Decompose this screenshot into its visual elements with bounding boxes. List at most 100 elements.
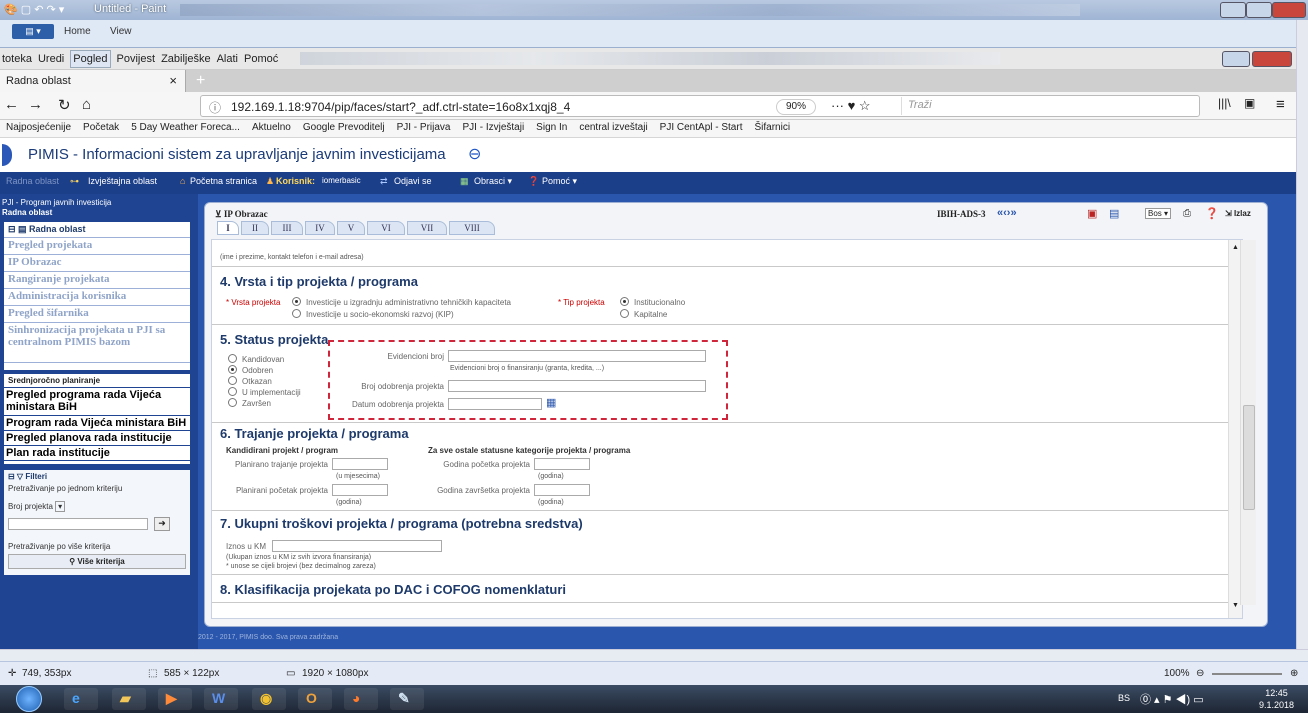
bookmark-item[interactable]: PJI - Prijava — [397, 122, 451, 133]
bookmark-item[interactable]: PJI CentApl - Start — [660, 122, 743, 133]
pdf-icon[interactable]: ▣ — [1087, 207, 1097, 220]
scroll-up-icon[interactable]: ▲ — [1232, 244, 1239, 251]
radio-tip-kapitalne[interactable] — [620, 309, 629, 318]
nav-pomoc[interactable]: Pomoć ▾ — [542, 176, 577, 187]
menu-view[interactable]: Pogled — [70, 50, 111, 68]
ff-minimize-button[interactable] — [1222, 51, 1250, 67]
nav-odjavi[interactable]: Odjavi se — [394, 176, 432, 186]
home-icon[interactable]: ⌂ — [82, 96, 91, 113]
exit-button[interactable]: ⇲ Izlaz — [1225, 209, 1251, 218]
radio-status-kandidovan[interactable] — [228, 354, 237, 363]
tab-i[interactable]: I — [217, 221, 239, 235]
nav-radna-oblast[interactable]: Radna oblast — [6, 176, 59, 186]
bookmark-item[interactable]: Početak — [83, 122, 119, 133]
filter-input[interactable] — [8, 518, 148, 530]
iznos-input[interactable] — [272, 540, 442, 552]
taskbar-explorer[interactable]: ▰ — [112, 688, 146, 710]
taskbar-firefox[interactable]: ◕ — [344, 688, 378, 710]
nav-obrasci[interactable]: Obrasci ▾ — [474, 176, 512, 187]
tab-vi[interactable]: VI — [367, 221, 405, 235]
group-header-srednjorocno[interactable]: Srednjoročno planiranje — [4, 374, 190, 388]
scroll-down-icon[interactable]: ▼ — [1232, 602, 1239, 609]
menu-bookmarks[interactable]: Zabilješke — [161, 48, 211, 70]
help-icon[interactable]: ❓ — [1205, 207, 1219, 220]
sidebar-link-sifarnika[interactable]: Pregled šifarnika — [4, 306, 190, 323]
print-icon[interactable]: ⎙ — [1183, 208, 1191, 219]
tab-vii[interactable]: VII — [407, 221, 447, 235]
tab-iv[interactable]: IV — [305, 221, 335, 235]
taskbar-media[interactable]: ▶ — [158, 688, 192, 710]
language-indicator[interactable]: BS — [1118, 693, 1130, 703]
bookmark-item[interactable]: Šifarnici — [754, 122, 790, 133]
taskbar-word[interactable]: W — [204, 688, 238, 710]
browser-tab[interactable]: Radna oblast × — [0, 70, 186, 92]
menu-history[interactable]: Povijest — [117, 48, 156, 70]
tab-ii[interactable]: II — [241, 221, 269, 235]
sidebar-link-pregled-planova[interactable]: Pregled planova rada institucije — [4, 431, 190, 446]
arrow-right-icon[interactable]: ➜ — [154, 517, 170, 531]
language-select[interactable]: Bos ▾ — [1145, 208, 1172, 219]
bookmark-item[interactable]: Google Prevoditelj — [303, 122, 385, 133]
tab-v[interactable]: V — [337, 221, 365, 235]
hamburger-menu-icon[interactable]: ≡ — [1276, 96, 1285, 113]
paint-canvas-scrollbar[interactable] — [1296, 20, 1308, 649]
sidebar-link-ip-obrazac[interactable]: IP Obrazac — [4, 255, 190, 272]
paint-menu-button[interactable]: ▤ ▾ — [12, 24, 54, 39]
datum-input[interactable] — [448, 398, 542, 410]
filter-select[interactable]: Broj projekta ▾ — [8, 501, 66, 512]
ribbon-tab-view[interactable]: View — [110, 26, 132, 37]
minimize-button[interactable] — [1220, 2, 1246, 18]
paint-vertical-scrollbar[interactable] — [1240, 240, 1256, 605]
url-bar[interactable]: ⓘ 192.169.1.18:9704/pip/faces/start?_adf… — [200, 95, 1200, 117]
menu-help[interactable]: Pomoć — [244, 48, 278, 70]
taskbar-outlook[interactable]: O — [298, 688, 332, 710]
sidebar-link-pregled-programa[interactable]: Pregled programa rada Vijeća ministara B… — [4, 388, 190, 416]
zoom-out-icon[interactable]: ⊖ — [1196, 668, 1204, 679]
taskbar-ie[interactable]: e — [64, 688, 98, 710]
taskbar-chrome[interactable]: ◉ — [252, 688, 286, 710]
user-status-icon[interactable]: ⊖ — [468, 144, 481, 164]
filter-header[interactable]: ⊟ ▽ Filteri — [4, 470, 190, 483]
radio-status-otkazan[interactable] — [228, 376, 237, 385]
radio-vrsta-administrativno[interactable] — [292, 297, 301, 306]
sidebar-icon[interactable]: ▣ — [1244, 96, 1255, 110]
pager-icons[interactable]: «‹›» — [997, 207, 1017, 219]
quick-access-icons[interactable]: 🎨 ▢ ↶ ↷ ▾ — [4, 3, 64, 16]
nav-izvjestajna[interactable]: Izvještajna oblast — [88, 176, 157, 186]
more-criteria-button[interactable]: ⚲ Više kriterija — [8, 554, 186, 569]
menu-tools[interactable]: Alati — [217, 48, 238, 70]
taskbar-paint[interactable]: ✎ — [390, 688, 424, 710]
sidebar-link-administracija[interactable]: Administracija korisnika — [4, 289, 190, 306]
library-icon[interactable]: |||\ — [1218, 96, 1231, 110]
page-actions-icon[interactable]: ··· ♥ ☆ — [831, 98, 871, 114]
group-header-radna-oblast[interactable]: ⊟ ▤ Radna oblast — [4, 222, 190, 238]
radio-status-zavrsen[interactable] — [228, 398, 237, 407]
tray-icons[interactable]: ⓪ ▴ ⚑ ◀) ▭ — [1140, 691, 1204, 707]
paint-horizontal-scrollbar[interactable] — [0, 649, 1308, 661]
plan-traj-input[interactable] — [332, 458, 388, 470]
sidebar-link-plan-rada[interactable]: Plan rada institucije — [4, 446, 190, 461]
radio-tip-institucionalno[interactable] — [620, 297, 629, 306]
nav-pocetna[interactable]: Početna stranica — [190, 176, 257, 186]
start-button[interactable] — [16, 686, 42, 712]
zoom-indicator[interactable]: 90% — [776, 99, 816, 115]
info-icon[interactable]: ⓘ — [209, 99, 221, 116]
panel-title[interactable]: ⊻ IP Obrazac — [215, 209, 268, 220]
calendar-icon[interactable]: ▦ — [546, 396, 556, 409]
tab-iii[interactable]: III — [271, 221, 303, 235]
radio-status-odobren[interactable] — [228, 365, 237, 374]
bookmark-item[interactable]: Sign In — [536, 122, 567, 133]
chevron-down-icon[interactable]: ▾ — [55, 501, 66, 512]
god-poc-input[interactable] — [534, 458, 590, 470]
menu-file[interactable]: toteka — [2, 48, 32, 70]
ff-close-button[interactable] — [1252, 51, 1292, 67]
forward-icon[interactable]: → — [28, 96, 43, 113]
bookmark-item[interactable]: PJI - Izvještaji — [462, 122, 524, 133]
ribbon-tab-home[interactable]: Home — [64, 26, 91, 37]
taskbar-clock[interactable]: 12:45 9.1.2018 — [1259, 687, 1294, 711]
menu-edit[interactable]: Uredi — [38, 48, 64, 70]
god-zav-input[interactable] — [534, 484, 590, 496]
sidebar-link-sinhronizacija[interactable]: Sinhronizacija projekata u PJI sa centra… — [4, 323, 190, 363]
tab-viii[interactable]: VIII — [449, 221, 495, 235]
save-icon[interactable]: ▤ — [1109, 207, 1119, 220]
